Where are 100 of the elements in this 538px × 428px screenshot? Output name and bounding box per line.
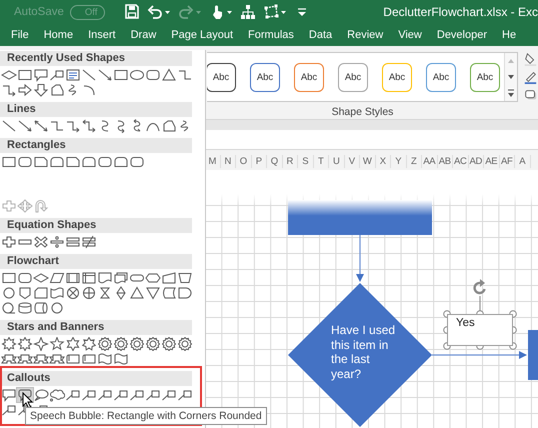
divide-icon[interactable] <box>49 235 65 249</box>
punched-tape-icon[interactable] <box>49 286 65 300</box>
process-shape[interactable] <box>288 200 432 235</box>
column-header[interactable]: AB <box>438 155 453 168</box>
ribbon-tab[interactable]: Page Layout <box>171 29 234 41</box>
oval-icon[interactable] <box>129 68 145 82</box>
direct-access-icon[interactable] <box>33 301 49 315</box>
multidocument-icon[interactable] <box>113 271 129 285</box>
decision-shape[interactable] <box>288 283 432 427</box>
line-callout-icon[interactable] <box>145 388 161 402</box>
column-header[interactable]: V <box>344 155 360 168</box>
hourglass-icon[interactable] <box>97 286 113 300</box>
shield-icon[interactable] <box>17 286 33 300</box>
internal-storage-icon[interactable] <box>81 271 97 285</box>
column-header[interactable]: AF <box>500 155 515 168</box>
line-icon[interactable] <box>81 68 97 82</box>
rounded-rectangle-icon[interactable] <box>17 155 33 169</box>
star-six-icon[interactable] <box>65 337 81 351</box>
double-arrow-icon[interactable] <box>33 119 49 133</box>
rounded-rectangle-icon[interactable] <box>17 271 33 285</box>
column-header[interactable]: X <box>376 155 391 168</box>
cloud-speech-bubble-icon[interactable] <box>49 388 65 402</box>
arc-icon[interactable] <box>81 83 97 97</box>
column-header[interactable]: N <box>220 155 236 168</box>
seal-icon[interactable] <box>113 337 129 351</box>
column-header[interactable]: R <box>282 155 298 168</box>
elbow-arrow-icon[interactable] <box>1 83 17 97</box>
ribbon-tab[interactable]: Data <box>308 29 332 41</box>
seal-icon[interactable] <box>97 337 113 351</box>
star-four-icon[interactable] <box>33 337 49 351</box>
shape-outline-icon[interactable] <box>524 70 537 84</box>
wave-icon[interactable] <box>113 352 129 366</box>
trapezoid-icon[interactable] <box>177 271 193 285</box>
ribbon-tab[interactable]: Home <box>44 29 74 41</box>
rectangle-icon[interactable] <box>1 155 17 169</box>
column-header[interactable]: U <box>329 155 344 168</box>
elbow-arrow-icon[interactable] <box>65 119 81 133</box>
document-icon[interactable] <box>97 271 113 285</box>
shape-effects-icon[interactable] <box>524 88 537 102</box>
rounded-rectangle-icon[interactable] <box>129 155 145 169</box>
rectangle-icon[interactable] <box>17 68 33 82</box>
multiply-icon[interactable] <box>33 235 49 249</box>
elbow-connector-icon[interactable] <box>49 119 65 133</box>
line-callout-icon[interactable] <box>49 68 65 82</box>
style-preset[interactable]: Abc <box>207 62 236 92</box>
ribbon-tab[interactable]: Insert <box>88 29 116 41</box>
inverted-triangle-icon[interactable] <box>145 286 161 300</box>
connector-arrow[interactable] <box>432 351 527 359</box>
circle-icon[interactable] <box>1 286 17 300</box>
column-header[interactable]: T <box>314 155 329 168</box>
line-callout-icon[interactable] <box>177 388 193 402</box>
ribbon-tab[interactable]: Developer <box>436 29 488 41</box>
style-preset[interactable]: Abc <box>338 62 368 92</box>
banner-icon[interactable] <box>17 352 33 366</box>
not-equal-icon[interactable] <box>81 235 97 249</box>
cylinder-icon[interactable] <box>17 301 33 315</box>
plus-icon[interactable] <box>1 235 17 249</box>
rectangle-icon[interactable] <box>1 271 17 285</box>
connector-arrow[interactable] <box>356 235 364 282</box>
column-header[interactable]: W <box>360 155 376 168</box>
hierarchy-icon[interactable] <box>240 4 256 20</box>
column-header[interactable]: AA <box>422 155 438 168</box>
burst-icon[interactable] <box>1 337 17 351</box>
speech-bubble-icon[interactable] <box>33 68 49 82</box>
text-box-icon[interactable] <box>65 68 81 82</box>
arrow-icon[interactable] <box>17 119 33 133</box>
rounded-rectangle-icon[interactable] <box>97 155 113 169</box>
line-callout-icon[interactable] <box>113 388 129 402</box>
ribbon-tab[interactable]: Review <box>347 29 384 41</box>
freeform-icon[interactable] <box>161 119 177 133</box>
star-seven-icon[interactable] <box>81 337 97 351</box>
seal-icon[interactable] <box>145 337 161 351</box>
column-header[interactable]: AD <box>468 155 484 168</box>
manual-input-icon[interactable] <box>161 271 177 285</box>
predefined-process-icon[interactable] <box>65 271 81 285</box>
elbow-double-arrow-icon[interactable] <box>81 119 97 133</box>
triangle-icon[interactable] <box>129 286 145 300</box>
style-preset[interactable]: Abc <box>426 62 456 92</box>
circle-icon[interactable] <box>49 301 65 315</box>
shape-fill-icon[interactable] <box>524 52 537 66</box>
banner-icon[interactable] <box>49 352 65 366</box>
scroll-icon[interactable] <box>65 352 81 366</box>
edit-shape-icon[interactable] <box>263 4 280 20</box>
line-callout-icon[interactable] <box>1 403 17 417</box>
ribbon-tab[interactable]: View <box>398 29 422 41</box>
elbow-connector-icon[interactable] <box>177 68 193 82</box>
line-callout-icon[interactable] <box>129 388 145 402</box>
delay-icon[interactable] <box>177 286 193 300</box>
triangle-icon[interactable] <box>161 68 177 82</box>
equal-icon[interactable] <box>65 235 81 249</box>
ribbon-tab[interactable]: File <box>11 29 29 41</box>
banner-icon[interactable] <box>1 352 17 366</box>
sequential-storage-icon[interactable] <box>1 301 17 315</box>
stored-data-icon[interactable] <box>161 286 177 300</box>
column-header[interactable]: P <box>252 155 267 168</box>
scroll-icon[interactable] <box>81 352 97 366</box>
card-icon[interactable] <box>33 286 49 300</box>
line-callout-icon[interactable] <box>81 388 97 402</box>
column-header[interactable]: S <box>298 155 314 168</box>
column-header[interactable]: Q <box>267 155 282 168</box>
